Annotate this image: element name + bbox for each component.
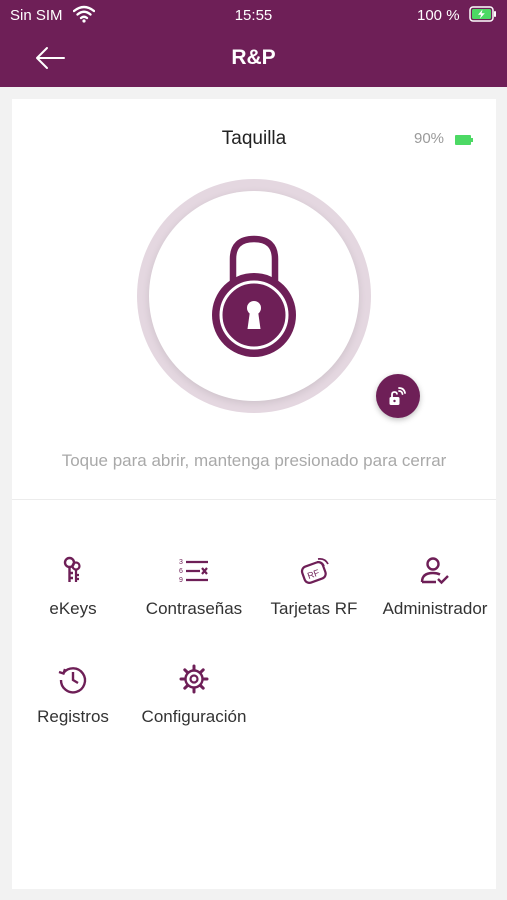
menu-item-rf-cards[interactable]: RF Tarjetas RF (254, 555, 374, 620)
passcodes-icon: 3 6 9 (134, 555, 254, 587)
menu-item-ekeys[interactable]: eKeys (13, 555, 133, 620)
lock-battery-icon (455, 132, 473, 150)
admin-user-icon (375, 555, 495, 587)
remote-unlock-button[interactable] (376, 374, 420, 418)
divider (12, 499, 496, 500)
menu-item-administrator[interactable]: Administrador (375, 555, 495, 620)
status-bar: Sin SIM 15:55 100 % (0, 0, 507, 30)
menu-item-label: eKeys (49, 599, 97, 618)
remote-unlock-icon (389, 387, 406, 405)
padlock-icon (212, 235, 296, 357)
battery-percent: 100 % (417, 7, 460, 24)
ekeys-icon (13, 555, 133, 587)
svg-text:3: 3 (179, 559, 183, 566)
menu-item-label: Registros (37, 707, 109, 726)
app-header: R&P (0, 30, 507, 87)
rf-card-icon: RF (254, 555, 374, 587)
menu-item-label: Tarjetas RF (270, 599, 358, 618)
menu-item-settings[interactable]: Configuración (134, 663, 254, 728)
menu-item-label: Configuración (141, 707, 247, 726)
menu-item-label: Administrador (382, 599, 488, 618)
svg-text:6: 6 (179, 568, 183, 575)
history-icon (13, 663, 133, 695)
unlock-button-face (149, 191, 359, 401)
menu-item-label: Contraseñas (145, 599, 243, 618)
svg-text:9: 9 (179, 577, 183, 584)
unlock-button[interactable] (137, 179, 371, 413)
menu-item-records[interactable]: Registros (13, 663, 133, 728)
unlock-hint: Toque para abrir, mantenga presionado pa… (61, 451, 447, 470)
battery-charging-icon (469, 6, 497, 26)
page-title: R&P (231, 46, 276, 69)
lock-battery-percent: 90% (414, 130, 445, 147)
lock-card: Taquilla 90% Toque para abrir, mantenga … (12, 99, 496, 889)
menu-item-passcodes[interactable]: 3 6 9 Contraseñas (134, 555, 254, 620)
settings-gear-icon (134, 663, 254, 695)
